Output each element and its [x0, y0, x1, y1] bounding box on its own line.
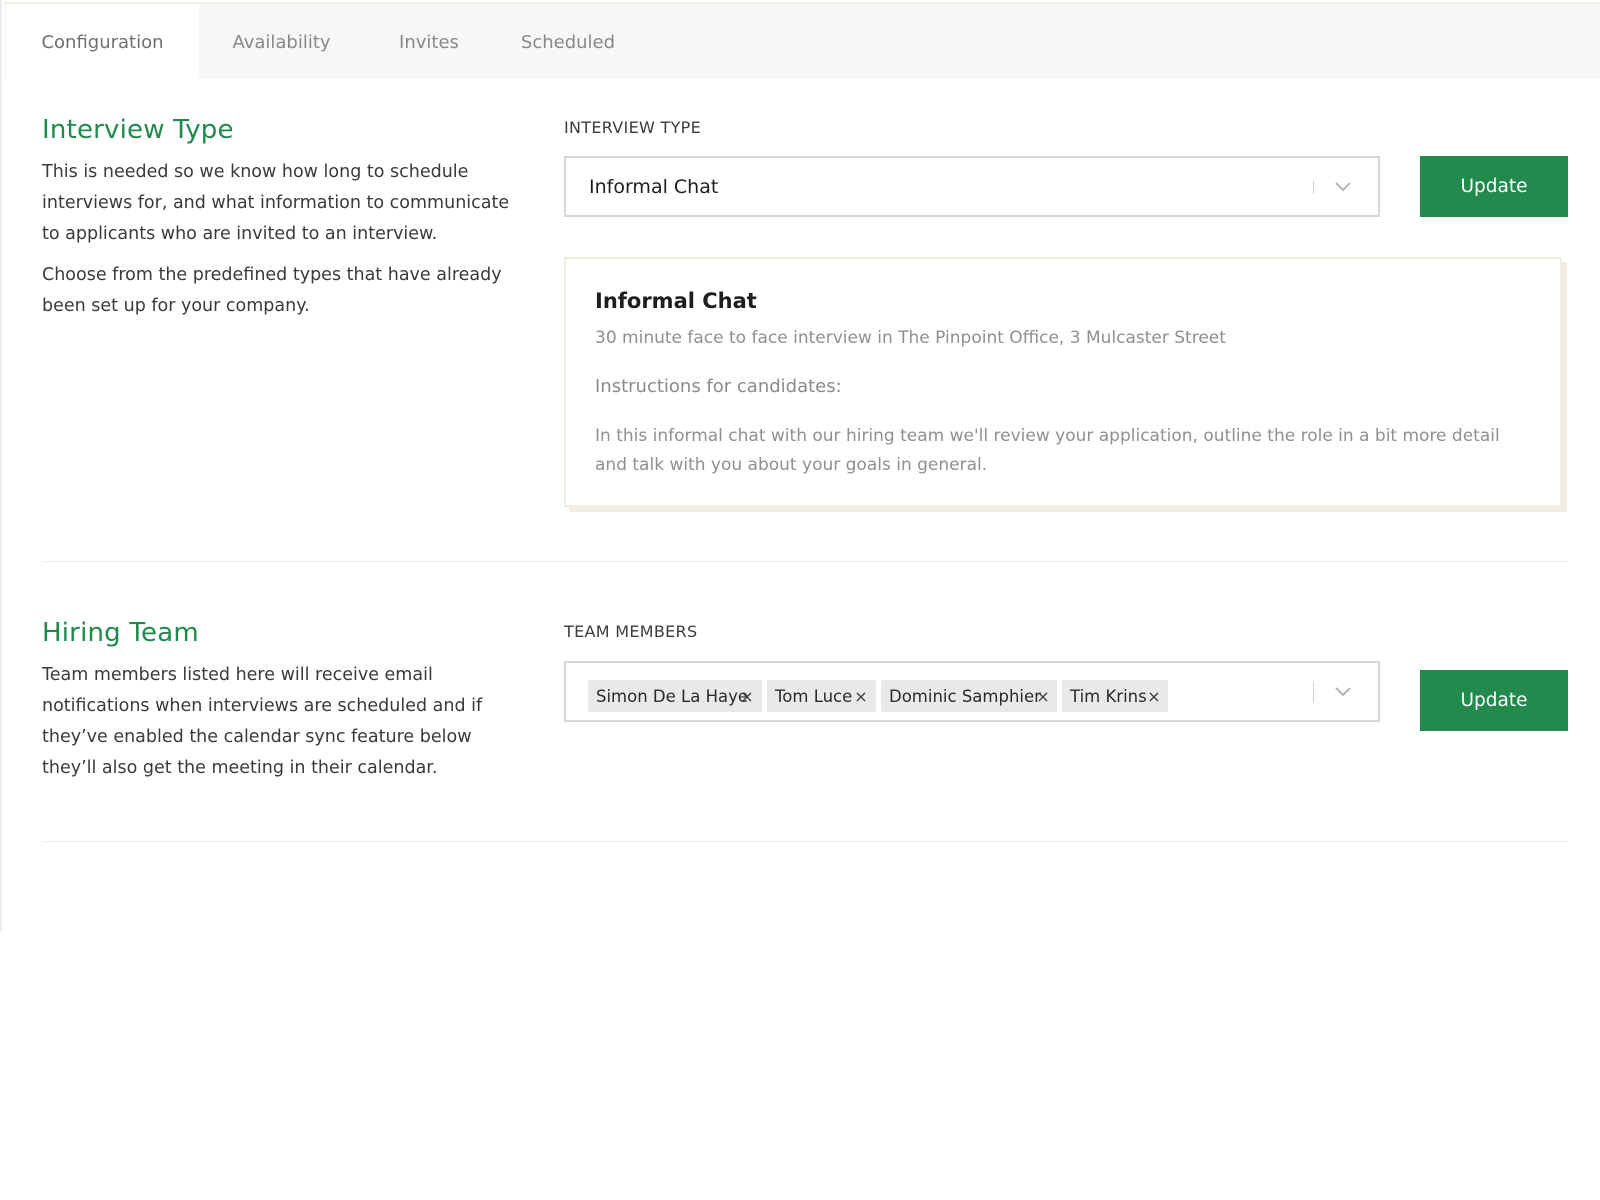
chevron-down-icon[interactable] [1332, 681, 1354, 703]
select-separator [1313, 181, 1314, 194]
tab-scheduled[interactable]: Scheduled [494, 4, 642, 81]
hiring-team-description: Team members listed here will receive em… [42, 665, 483, 778]
card-title: Informal Chat [595, 289, 757, 313]
section-divider [42, 561, 1568, 562]
team-member-tag: Tom Luce × [767, 680, 876, 712]
interview-type-label: INTERVIEW TYPE [564, 118, 701, 137]
team-member-tag: Simon De La Haye × [588, 680, 762, 712]
tab-bar: Configuration Availability Invites Sched… [4, 2, 1600, 81]
interview-type-help: Choose from the predefined types that ha… [42, 265, 502, 316]
close-icon[interactable]: × [1034, 680, 1052, 712]
section-divider [42, 841, 1568, 842]
page-frame: Configuration Availability Invites Sched… [0, 0, 1600, 932]
interview-type-selected-value: Informal Chat [589, 175, 719, 198]
tab-invites[interactable]: Invites [364, 4, 494, 81]
select-separator [1313, 682, 1314, 703]
hiring-team-heading: Hiring Team [42, 618, 199, 648]
interview-type-update-button[interactable]: Update [1420, 156, 1568, 217]
chevron-down-icon[interactable] [1332, 176, 1354, 198]
tab-availability[interactable]: Availability [199, 4, 364, 81]
interview-type-select[interactable]: Informal Chat [564, 156, 1380, 217]
interview-type-description: This is needed so we know how long to sc… [42, 162, 510, 244]
hiring-team-update-button[interactable]: Update [1420, 670, 1568, 731]
interview-type-details-card: Informal Chat 30 minute face to face int… [564, 257, 1562, 507]
team-members-label: TEAM MEMBERS [564, 622, 698, 641]
team-member-name: Tim Krins [1070, 686, 1147, 706]
team-member-tag: Tim Krins × [1062, 680, 1168, 712]
interview-type-heading: Interview Type [42, 115, 234, 145]
team-member-name: Tom Luce [775, 686, 853, 706]
close-icon[interactable]: × [738, 680, 756, 712]
team-member-name: Dominic Samphier [889, 686, 1041, 706]
card-instructions-text: In this informal chat with our hiring te… [595, 426, 1500, 475]
close-icon[interactable]: × [1145, 680, 1163, 712]
tab-configuration[interactable]: Configuration [6, 4, 199, 81]
team-member-name: Simon De La Haye [596, 686, 749, 706]
card-subtitle: 30 minute face to face interview in The … [595, 328, 1226, 348]
team-member-tag: Dominic Samphier × [881, 680, 1057, 712]
close-icon[interactable]: × [852, 680, 870, 712]
card-instructions-label: Instructions for candidates: [595, 376, 842, 397]
